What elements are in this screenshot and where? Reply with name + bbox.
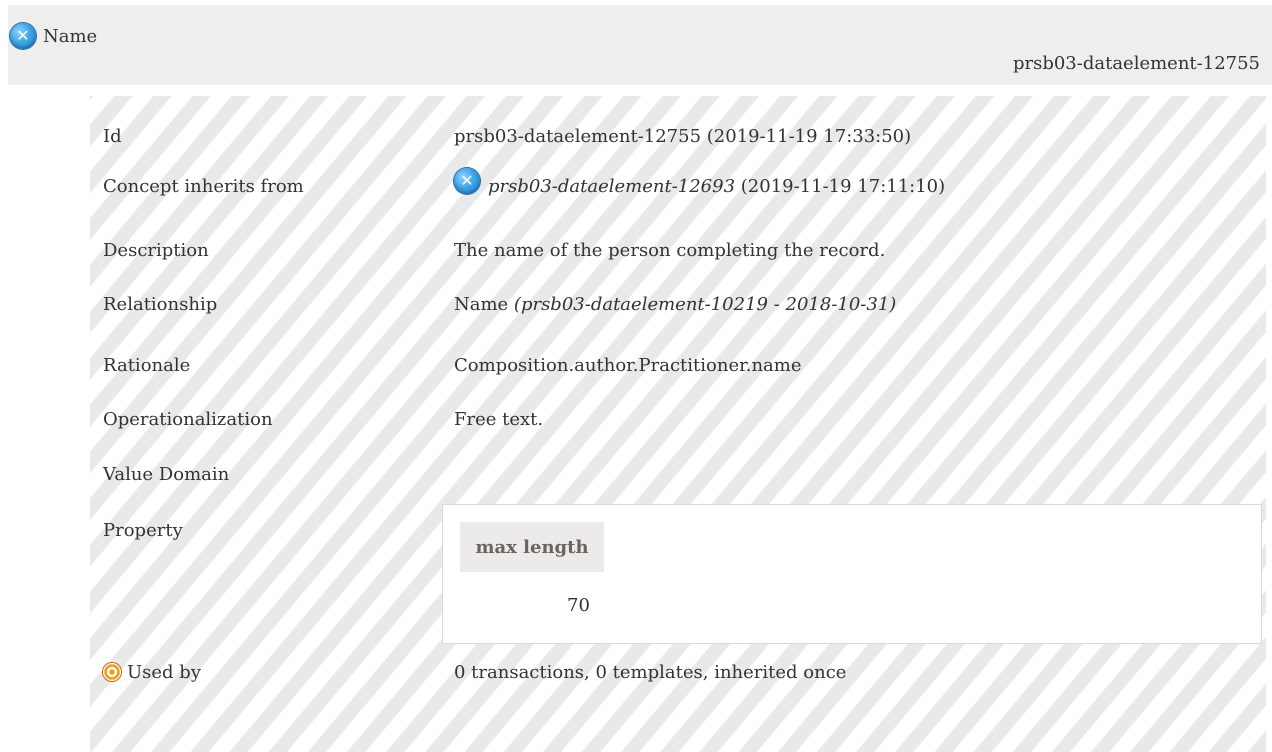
concept-x-icon[interactable]: ✕ — [454, 167, 480, 194]
value-operationalization: Free text. — [454, 409, 544, 430]
inherits-date: (2019-11-19 17:11:10) — [735, 176, 946, 197]
title-row: ✕ Name — [10, 23, 97, 49]
label-id: Id — [103, 126, 122, 147]
target-icon — [103, 663, 121, 681]
label-relationship: Relationship — [103, 294, 218, 315]
value-id: prsb03-dataelement-12755 (2019-11-19 17:… — [454, 126, 912, 147]
relationship-name: Name — [454, 294, 509, 315]
value-relationship: Name (prsb03-dataelement-10219 - 2018-10… — [454, 294, 896, 315]
concept-title: Name — [43, 25, 98, 47]
property-table: max length 70 — [442, 504, 1262, 644]
details-panel: Id prsb03-dataelement-12755 (2019-11-19 … — [90, 96, 1266, 752]
value-inherits: ✕ prsb03-dataelement-12693 (2019-11-19 1… — [454, 167, 946, 197]
relationship-ref[interactable]: (prsb03-dataelement-10219 - 2018-10-31) — [508, 294, 896, 315]
label-value-domain: Value Domain — [103, 464, 230, 485]
label-used-by[interactable]: Used by — [103, 662, 201, 683]
value-description: The name of the person completing the re… — [454, 240, 886, 261]
concept-x-icon[interactable]: ✕ — [10, 23, 36, 49]
header-bar: ✕ Name prsb03-dataelement-12755 — [8, 5, 1272, 85]
property-header: max length — [460, 522, 604, 572]
value-used-by: 0 transactions, 0 templates, inherited o… — [454, 662, 847, 683]
inherits-link[interactable]: prsb03-dataelement-12693 — [488, 176, 735, 197]
used-by-label: Used by — [127, 662, 201, 683]
label-operationalization: Operationalization — [103, 409, 273, 430]
label-inherits: Concept inherits from — [103, 176, 304, 197]
label-rationale: Rationale — [103, 355, 191, 376]
value-rationale: Composition.author.Practitioner.name — [454, 355, 802, 376]
concept-id: prsb03-dataelement-12755 — [1012, 53, 1260, 74]
label-property: Property — [103, 520, 183, 541]
property-value: 70 — [567, 595, 590, 616]
label-description: Description — [103, 240, 209, 261]
